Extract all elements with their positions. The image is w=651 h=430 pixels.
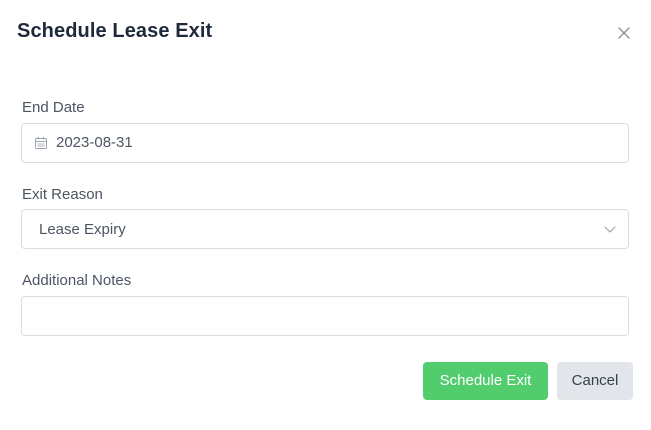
exit-reason-label: Exit Reason [22,186,103,203]
close-button[interactable] [615,24,633,42]
chevron-down-icon [604,226,616,233]
additional-notes-label: Additional Notes [22,272,132,289]
dialog-title: Schedule Lease Exit [17,20,213,42]
exit-reason-select[interactable]: Lease Expiry [21,209,629,249]
end-date-field[interactable]: 2023-08-31 [21,123,629,163]
schedule-exit-button[interactable]: Schedule Exit [423,362,548,400]
close-icon [618,27,630,39]
calendar-icon [35,137,47,149]
additional-notes-field [21,296,629,336]
end-date-value: 2023-08-31 [56,134,133,151]
cancel-button[interactable]: Cancel [557,362,633,400]
exit-reason-value: Lease Expiry [39,221,126,238]
additional-notes-input[interactable] [22,297,628,335]
end-date-label: End Date [22,99,85,116]
schedule-lease-exit-dialog: Schedule Lease Exit End Date 2023-08-31 … [0,0,651,430]
